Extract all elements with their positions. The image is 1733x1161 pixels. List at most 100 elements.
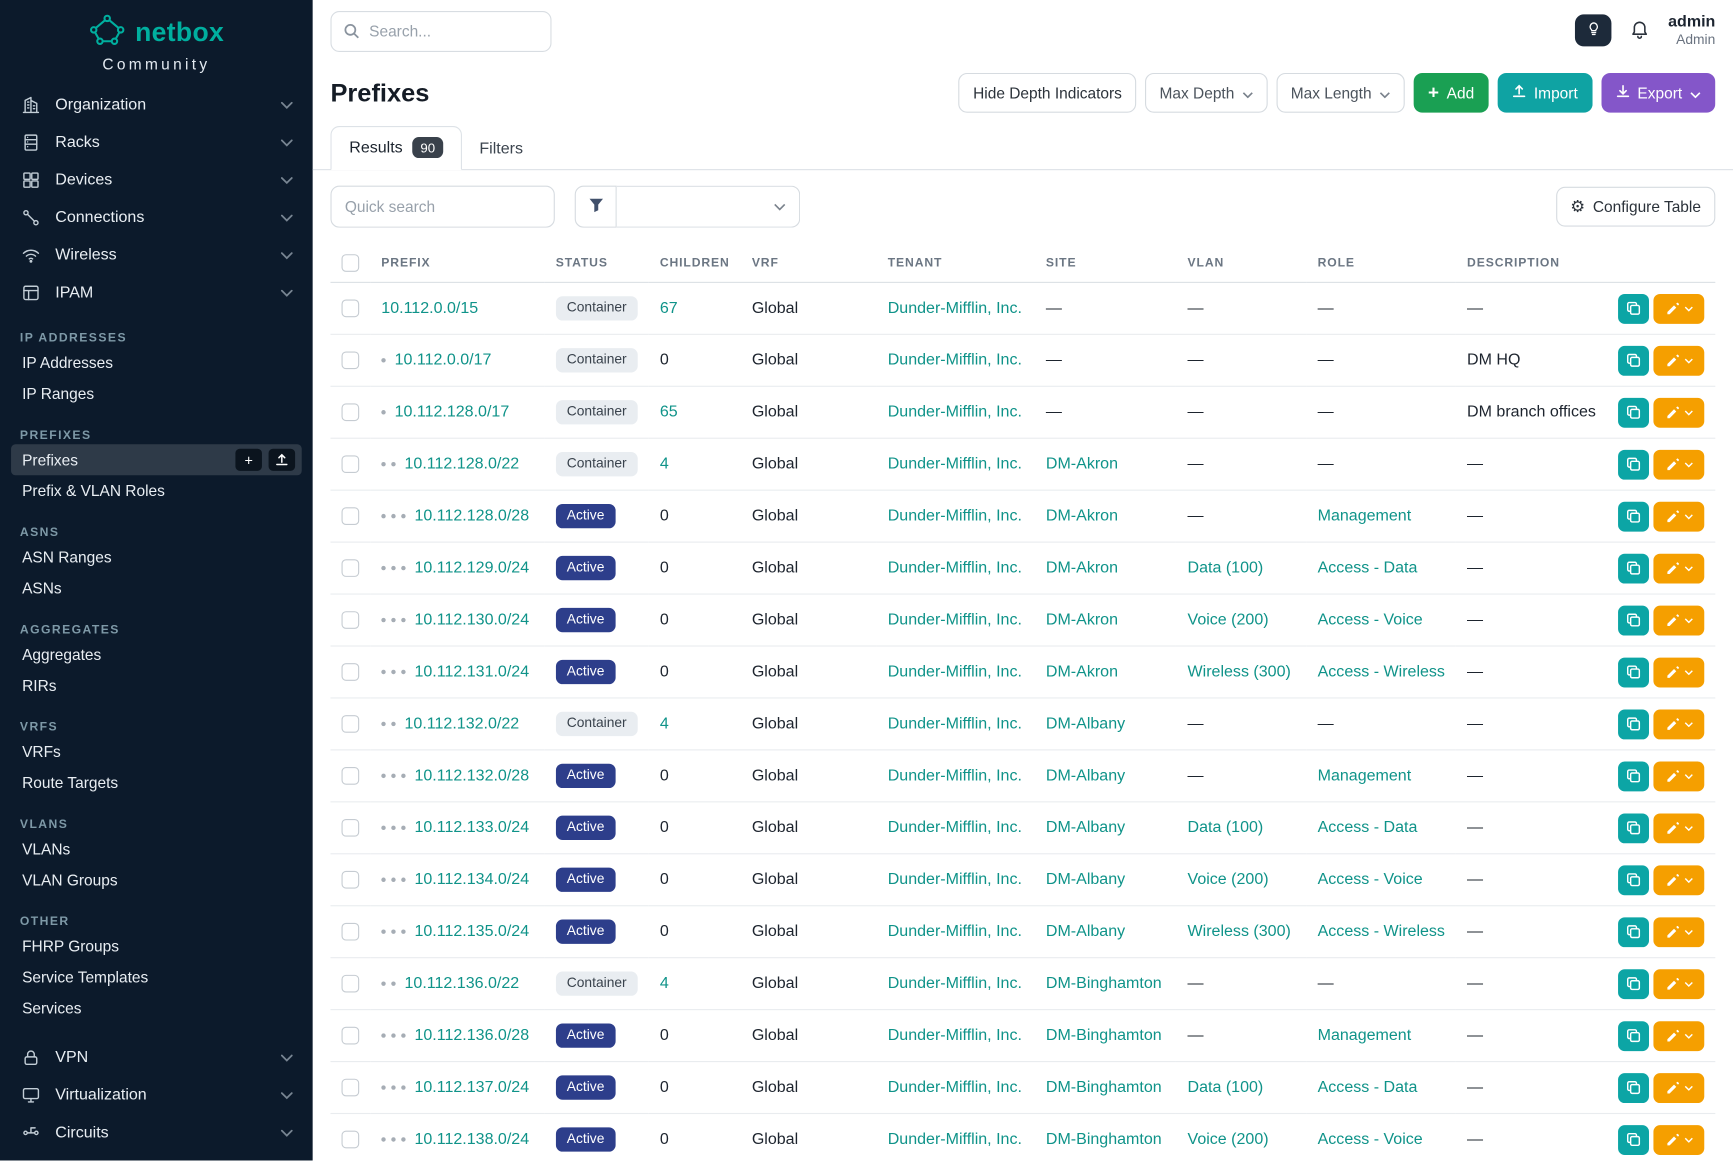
edit-button[interactable] bbox=[1653, 1125, 1704, 1155]
edit-button[interactable] bbox=[1653, 293, 1704, 323]
sidebar-item-ip-ranges[interactable]: IP Ranges bbox=[11, 378, 302, 409]
children-count-link[interactable]: 65 bbox=[660, 403, 678, 421]
children-count-link[interactable]: 4 bbox=[660, 715, 669, 733]
site-link[interactable]: DM-Binghamton bbox=[1046, 975, 1162, 993]
site-link[interactable]: DM-Binghamton bbox=[1046, 1131, 1162, 1149]
row-checkbox[interactable] bbox=[342, 767, 360, 785]
role-link[interactable]: Access - Data bbox=[1318, 819, 1418, 837]
sidebar-item-route-targets[interactable]: Route Targets bbox=[11, 767, 302, 798]
vlan-link[interactable]: Data (100) bbox=[1188, 559, 1264, 577]
tenant-link[interactable]: Dunder-Mifflin, Inc. bbox=[888, 403, 1022, 421]
clone-button[interactable] bbox=[1618, 969, 1649, 999]
prefix-link[interactable]: 10.112.128.0/22 bbox=[405, 455, 520, 473]
sidebar-item-ipam[interactable]: IPAM bbox=[11, 274, 302, 312]
role-link[interactable]: Management bbox=[1318, 507, 1412, 525]
site-link[interactable]: DM-Albany bbox=[1046, 767, 1125, 785]
sidebar-item-asn-ranges[interactable]: ASN Ranges bbox=[11, 542, 302, 573]
tenant-link[interactable]: Dunder-Mifflin, Inc. bbox=[888, 559, 1022, 577]
role-link[interactable]: Access - Data bbox=[1318, 1079, 1418, 1097]
vlan-link[interactable]: Voice (200) bbox=[1188, 611, 1269, 629]
prefix-link[interactable]: 10.112.138.0/24 bbox=[414, 1131, 529, 1149]
tenant-link[interactable]: Dunder-Mifflin, Inc. bbox=[888, 351, 1022, 369]
edit-button[interactable] bbox=[1653, 345, 1704, 375]
edit-button[interactable] bbox=[1653, 917, 1704, 947]
sidebar-item-aggregates[interactable]: Aggregates bbox=[11, 639, 302, 670]
configure-table-button[interactable]: ⚙ Configure Table bbox=[1556, 187, 1715, 227]
prefix-link[interactable]: 10.112.132.0/28 bbox=[414, 767, 529, 785]
tenant-link[interactable]: Dunder-Mifflin, Inc. bbox=[888, 923, 1022, 941]
edit-button[interactable] bbox=[1653, 761, 1704, 791]
clone-button[interactable] bbox=[1618, 449, 1649, 479]
prefix-link[interactable]: 10.112.0.0/17 bbox=[395, 351, 492, 369]
sidebar-item-service-templates[interactable]: Service Templates bbox=[11, 962, 302, 993]
brand[interactable]: netbox Community bbox=[0, 0, 313, 75]
add-button[interactable]: + Add bbox=[1414, 73, 1489, 113]
user-menu[interactable]: admin Admin bbox=[1668, 13, 1715, 49]
clone-button[interactable] bbox=[1618, 1073, 1649, 1103]
row-checkbox[interactable] bbox=[342, 507, 360, 525]
sidebar-item-vlans[interactable]: VLANs bbox=[11, 833, 302, 864]
row-checkbox[interactable] bbox=[342, 715, 360, 733]
import-button[interactable]: Import bbox=[1497, 73, 1592, 113]
sidebar-item-organization[interactable]: Organization bbox=[11, 86, 302, 124]
site-link[interactable]: DM-Akron bbox=[1046, 663, 1118, 681]
hide-depth-indicators-button[interactable]: Hide Depth Indicators bbox=[959, 73, 1137, 113]
prefix-link[interactable]: 10.112.135.0/24 bbox=[414, 923, 529, 941]
edit-button[interactable] bbox=[1653, 553, 1704, 583]
role-link[interactable]: Access - Wireless bbox=[1318, 663, 1445, 681]
edit-button[interactable] bbox=[1653, 813, 1704, 843]
clone-button[interactable] bbox=[1618, 553, 1649, 583]
clone-button[interactable] bbox=[1618, 865, 1649, 895]
row-checkbox[interactable] bbox=[342, 611, 360, 629]
edit-button[interactable] bbox=[1653, 709, 1704, 739]
row-checkbox[interactable] bbox=[342, 1027, 360, 1045]
quick-import-button[interactable] bbox=[269, 449, 296, 471]
site-link[interactable]: DM-Binghamton bbox=[1046, 1027, 1162, 1045]
vlan-link[interactable]: Wireless (300) bbox=[1188, 923, 1291, 941]
role-link[interactable]: Access - Voice bbox=[1318, 871, 1423, 889]
prefix-link[interactable]: 10.112.128.0/17 bbox=[395, 403, 510, 421]
row-checkbox[interactable] bbox=[342, 455, 360, 473]
max-length-dropdown[interactable]: Max Length bbox=[1276, 73, 1404, 113]
row-checkbox[interactable] bbox=[342, 559, 360, 577]
notifications-button[interactable] bbox=[1627, 17, 1652, 46]
edit-button[interactable] bbox=[1653, 397, 1704, 427]
site-link[interactable]: DM-Albany bbox=[1046, 871, 1125, 889]
edit-button[interactable] bbox=[1653, 865, 1704, 895]
max-depth-dropdown[interactable]: Max Depth bbox=[1145, 73, 1267, 113]
sidebar-item-connections[interactable]: Connections bbox=[11, 199, 302, 237]
role-link[interactable]: Access - Voice bbox=[1318, 1131, 1423, 1149]
role-link[interactable]: Access - Wireless bbox=[1318, 923, 1445, 941]
tenant-link[interactable]: Dunder-Mifflin, Inc. bbox=[888, 300, 1022, 318]
row-checkbox[interactable] bbox=[342, 1079, 360, 1097]
tenant-link[interactable]: Dunder-Mifflin, Inc. bbox=[888, 1131, 1022, 1149]
tenant-link[interactable]: Dunder-Mifflin, Inc. bbox=[888, 871, 1022, 889]
tenant-link[interactable]: Dunder-Mifflin, Inc. bbox=[888, 715, 1022, 733]
prefix-link[interactable]: 10.112.134.0/24 bbox=[414, 871, 529, 889]
vlan-link[interactable]: Data (100) bbox=[1188, 1079, 1264, 1097]
tenant-link[interactable]: Dunder-Mifflin, Inc. bbox=[888, 819, 1022, 837]
select-all-checkbox[interactable] bbox=[342, 254, 360, 272]
prefix-link[interactable]: 10.112.133.0/24 bbox=[414, 819, 529, 837]
children-count-link[interactable]: 4 bbox=[660, 455, 669, 473]
tenant-link[interactable]: Dunder-Mifflin, Inc. bbox=[888, 507, 1022, 525]
sidebar-item-wireless[interactable]: Wireless bbox=[11, 237, 302, 275]
sidebar-item-racks[interactable]: Racks bbox=[11, 124, 302, 162]
row-checkbox[interactable] bbox=[342, 403, 360, 421]
site-link[interactable]: DM-Albany bbox=[1046, 715, 1125, 733]
global-search-input[interactable] bbox=[330, 10, 551, 51]
clone-button[interactable] bbox=[1618, 1021, 1649, 1051]
saved-filter-select[interactable] bbox=[617, 186, 800, 228]
edit-button[interactable] bbox=[1653, 969, 1704, 999]
prefix-link[interactable]: 10.112.129.0/24 bbox=[414, 559, 529, 577]
tenant-link[interactable]: Dunder-Mifflin, Inc. bbox=[888, 1079, 1022, 1097]
clone-button[interactable] bbox=[1618, 501, 1649, 531]
sidebar-item-prefix-vlan-roles[interactable]: Prefix & VLAN Roles bbox=[11, 475, 302, 506]
site-link[interactable]: DM-Akron bbox=[1046, 611, 1118, 629]
sidebar-item-vrfs[interactable]: VRFs bbox=[11, 736, 302, 767]
tenant-link[interactable]: Dunder-Mifflin, Inc. bbox=[888, 975, 1022, 993]
prefix-link[interactable]: 10.112.136.0/22 bbox=[405, 975, 520, 993]
edit-button[interactable] bbox=[1653, 449, 1704, 479]
tab-results[interactable]: Results 90 bbox=[330, 126, 461, 170]
sidebar-item-circuits[interactable]: Circuits bbox=[11, 1114, 302, 1152]
